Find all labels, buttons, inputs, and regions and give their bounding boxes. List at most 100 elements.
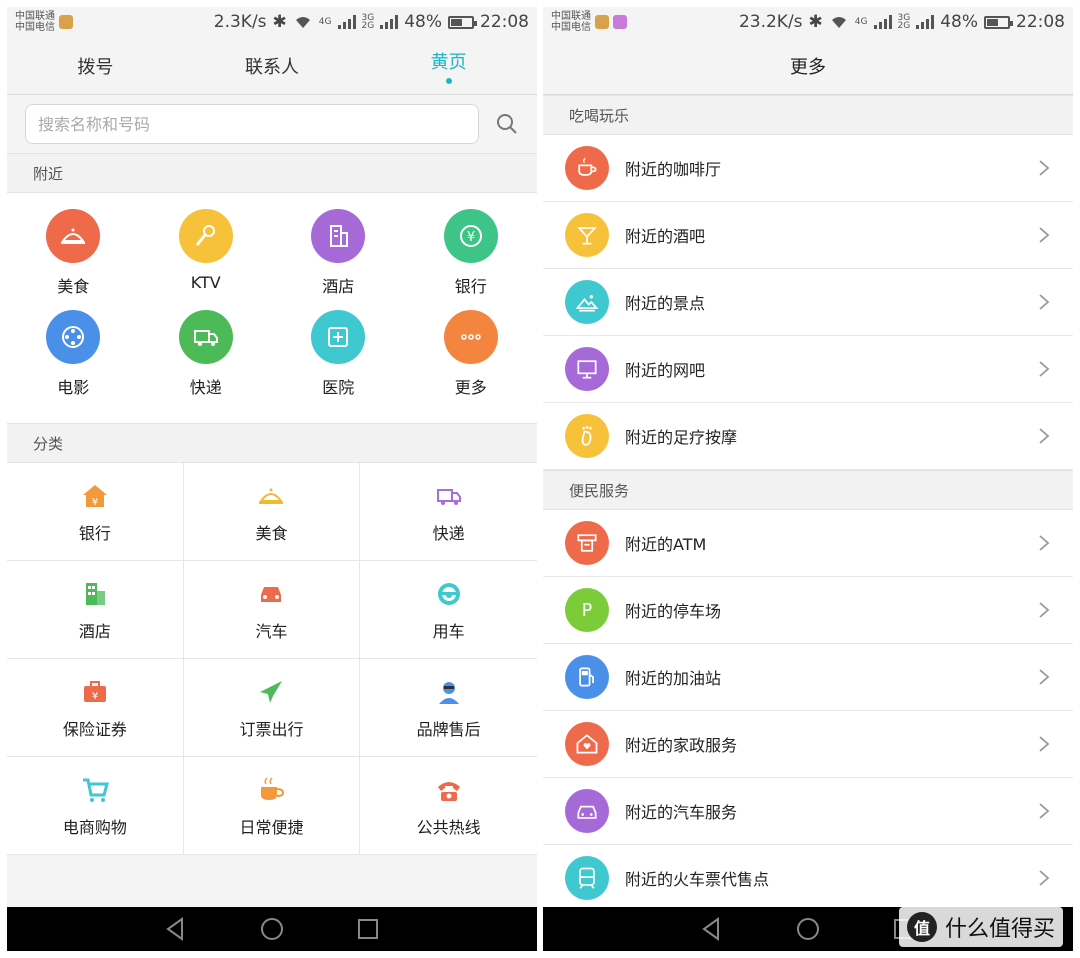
section-header: 便民服务: [543, 470, 1073, 510]
more-dots-icon: [443, 310, 498, 364]
list-item[interactable]: 附近的咖啡厅: [543, 135, 1073, 202]
wifi-icon: [295, 17, 310, 28]
recents-icon[interactable]: [355, 916, 381, 942]
more-services-list: 吃喝玩乐 附近的咖啡厅 附近的酒吧 附近的景点 附近的网吧 附近的足疗按摩 便民服…: [543, 95, 1073, 912]
category-grid: ¥ 银行 美食 快递 酒店 汽车 用车 ¥ 保险证券 订票出行 品牌售后 电商购物…: [7, 463, 537, 855]
svg-text:P: P: [582, 601, 592, 621]
coffee-cup-icon: [565, 146, 609, 190]
tab-yellow-pages[interactable]: 黄页: [360, 37, 537, 94]
nearby-item-1[interactable]: KTV: [140, 209, 273, 310]
truck-icon: [433, 480, 465, 512]
search-input[interactable]: [25, 104, 479, 144]
category-item-4[interactable]: 汽车: [183, 561, 361, 659]
list-item[interactable]: 附近的酒吧: [543, 202, 1073, 269]
tab-dialer[interactable]: 拨号: [7, 37, 184, 94]
category-item-11[interactable]: 公共热线: [360, 757, 537, 855]
list-item[interactable]: 附近的火车票代售点: [543, 845, 1073, 912]
list-item[interactable]: 附近的景点: [543, 269, 1073, 336]
nearby-item-7[interactable]: 更多: [405, 310, 538, 411]
back-icon[interactable]: [163, 916, 189, 942]
svg-text:¥: ¥: [92, 497, 98, 508]
chevron-right-icon: [1039, 669, 1050, 685]
carrier-1: 中国联通: [551, 11, 591, 22]
nearby-section-header: 附近: [7, 153, 537, 193]
category-item-8[interactable]: 品牌售后: [360, 659, 537, 757]
steering-wheel-icon: [433, 578, 465, 610]
nearby-item-0[interactable]: 美食: [7, 209, 140, 310]
category-item-1[interactable]: 美食: [183, 463, 361, 561]
list-item-label: 附近的ATM: [625, 535, 707, 554]
category-item-7[interactable]: 订票出行: [183, 659, 361, 757]
nearby-item-4[interactable]: 电影: [7, 310, 140, 411]
list-item[interactable]: 附近的ATM: [543, 510, 1073, 577]
signal-label-1: 4G: [854, 17, 868, 27]
gas-station-icon: [565, 655, 609, 699]
nearby-item-label: 电影: [57, 378, 90, 397]
clock: 22:08: [1016, 12, 1065, 32]
category-item-9[interactable]: 电商购物: [7, 757, 184, 855]
airplane-icon: [255, 676, 287, 708]
signal-bars-1: [873, 15, 892, 29]
microphone-icon: [178, 209, 233, 263]
signal-bars-1: [337, 15, 356, 29]
train-icon: [565, 856, 609, 900]
nearby-item-label: 医院: [322, 378, 355, 397]
nearby-item-label: 酒店: [322, 277, 355, 296]
cocktail-icon: [565, 213, 609, 257]
list-item[interactable]: 附近的足疗按摩: [543, 403, 1073, 470]
chevron-right-icon: [1039, 535, 1050, 551]
chevron-right-icon: [1039, 736, 1050, 752]
scenery-icon: [565, 280, 609, 324]
carrier-labels: 中国联通 中国电信: [15, 11, 55, 33]
nearby-item-6[interactable]: 医院: [272, 310, 405, 411]
list-item-label: 附近的家政服务: [625, 736, 738, 755]
category-item-2[interactable]: 快递: [360, 463, 537, 561]
category-item-0[interactable]: ¥ 银行: [7, 463, 184, 561]
list-item-label: 附近的足疗按摩: [625, 428, 738, 447]
category-item-label: 美食: [255, 523, 288, 543]
list-item[interactable]: 附近的汽车服务: [543, 778, 1073, 845]
chevron-right-icon: [1039, 428, 1050, 444]
bluetooth-icon: ✱: [808, 12, 823, 32]
back-icon[interactable]: [699, 916, 725, 942]
status-bar: 中国联通 中国电信 23.2K/s ✱ 4G 3G 2G 48% 22:08: [543, 7, 1073, 37]
car-service-icon: [565, 789, 609, 833]
film-reel-icon: [46, 310, 101, 364]
home-icon[interactable]: [259, 916, 285, 942]
chevron-right-icon: [1039, 160, 1050, 176]
dialer-yellow-pages-screen: 中国联通 中国电信 2.3K/s ✱ 4G 3G 2G 48% 22:08 拨号 …: [7, 7, 537, 951]
chevron-right-icon: [1039, 294, 1050, 310]
bank-icon: ¥: [79, 480, 111, 512]
list-item[interactable]: 附近的网吧: [543, 336, 1073, 403]
category-item-label: 保险证券: [62, 719, 127, 739]
nearby-item-label: 美食: [57, 277, 90, 296]
more-services-screen: 中国联通 中国电信 23.2K/s ✱ 4G 3G 2G 48% 22:08 更多…: [543, 7, 1073, 951]
category-item-label: 品牌售后: [416, 719, 481, 739]
hotel-icon: [311, 209, 366, 263]
nearby-item-3[interactable]: ¥ 银行: [405, 209, 538, 310]
battery-icon: [984, 15, 1013, 29]
home-icon[interactable]: [795, 916, 821, 942]
tab-contacts[interactable]: 联系人: [184, 37, 361, 94]
briefcase-icon: ¥: [79, 676, 111, 708]
category-item-10[interactable]: 日常便捷: [183, 757, 361, 855]
category-item-6[interactable]: ¥ 保险证券: [7, 659, 184, 757]
list-item[interactable]: 附近的家政服务: [543, 711, 1073, 778]
list-item[interactable]: 附近的加油站: [543, 644, 1073, 711]
category-item-label: 电商购物: [62, 817, 127, 837]
category-item-5[interactable]: 用车: [360, 561, 537, 659]
battery-percent: 48%: [940, 12, 978, 32]
category-item-3[interactable]: 酒店: [7, 561, 184, 659]
search-icon[interactable]: [495, 112, 519, 136]
chevron-right-icon: [1039, 870, 1050, 886]
category-item-label: 酒店: [78, 621, 111, 641]
nearby-item-5[interactable]: 快递: [140, 310, 273, 411]
list-item-label: 附近的停车场: [625, 602, 722, 621]
watermark: 值 什么值得买: [898, 907, 1063, 947]
carrier-2: 中国电信: [551, 22, 591, 33]
list-item[interactable]: P 附近的停车场: [543, 577, 1073, 644]
gallery-notification-icon: [613, 15, 627, 29]
category-item-label: 订票出行: [239, 719, 304, 739]
nearby-item-2[interactable]: 酒店: [272, 209, 405, 310]
nearby-item-label: 银行: [454, 277, 487, 296]
